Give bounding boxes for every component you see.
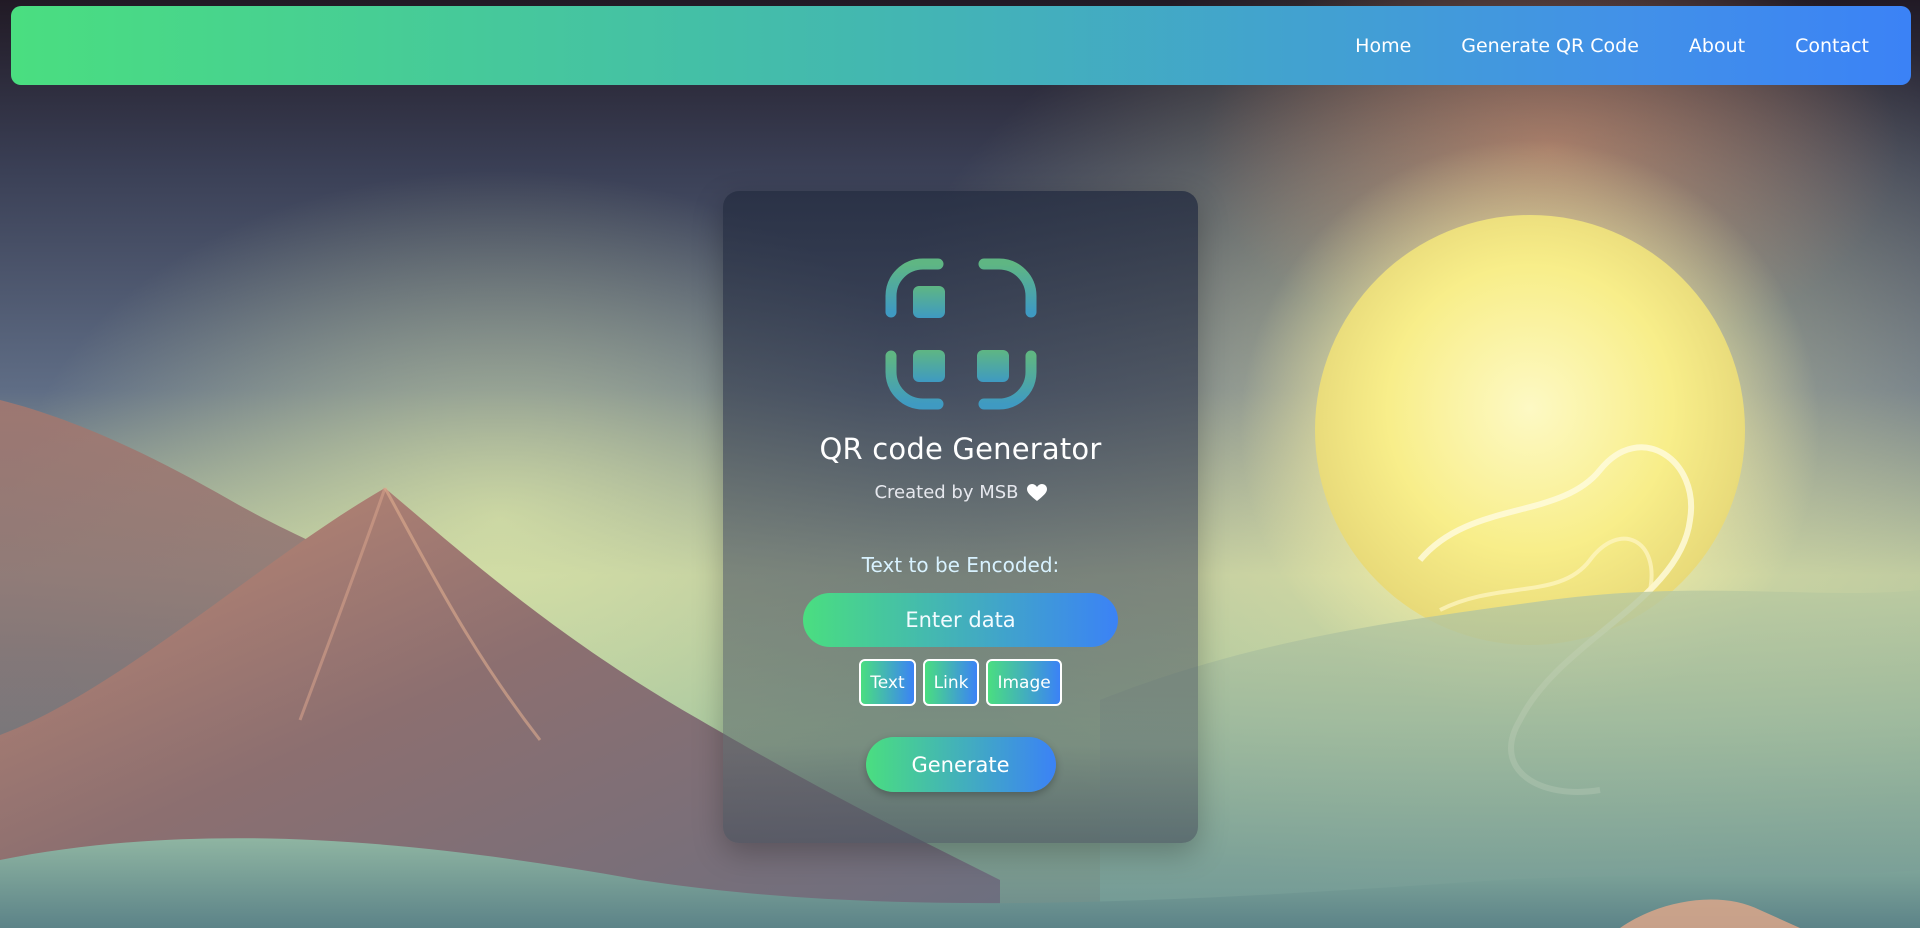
card-subtitle: Created by MSB [874,482,1047,503]
input-label: Text to be Encoded: [861,553,1060,577]
generate-button[interactable]: Generate [865,737,1056,792]
nav-link-about[interactable]: About [1689,35,1745,57]
subtitle-text: Created by MSB [874,482,1019,503]
qr-scan-icon [885,258,1036,410]
qr-generator-card: QR code Generator Created by MSB Text to… [723,191,1198,843]
nav-link-generate-qr-code[interactable]: Generate QR Code [1461,35,1639,57]
heart-icon [1026,483,1047,501]
type-text-button[interactable]: Text [859,659,916,706]
card-title: QR code Generator [819,432,1102,466]
type-link-button[interactable]: Link [922,659,980,706]
data-input[interactable] [803,593,1118,647]
top-navbar: Home Generate QR Code About Contact [11,6,1911,85]
nav-link-home[interactable]: Home [1355,35,1411,57]
nav-link-contact[interactable]: Contact [1795,35,1869,57]
type-image-button[interactable]: Image [986,659,1062,706]
data-type-selector: Text Link Image [859,659,1062,706]
